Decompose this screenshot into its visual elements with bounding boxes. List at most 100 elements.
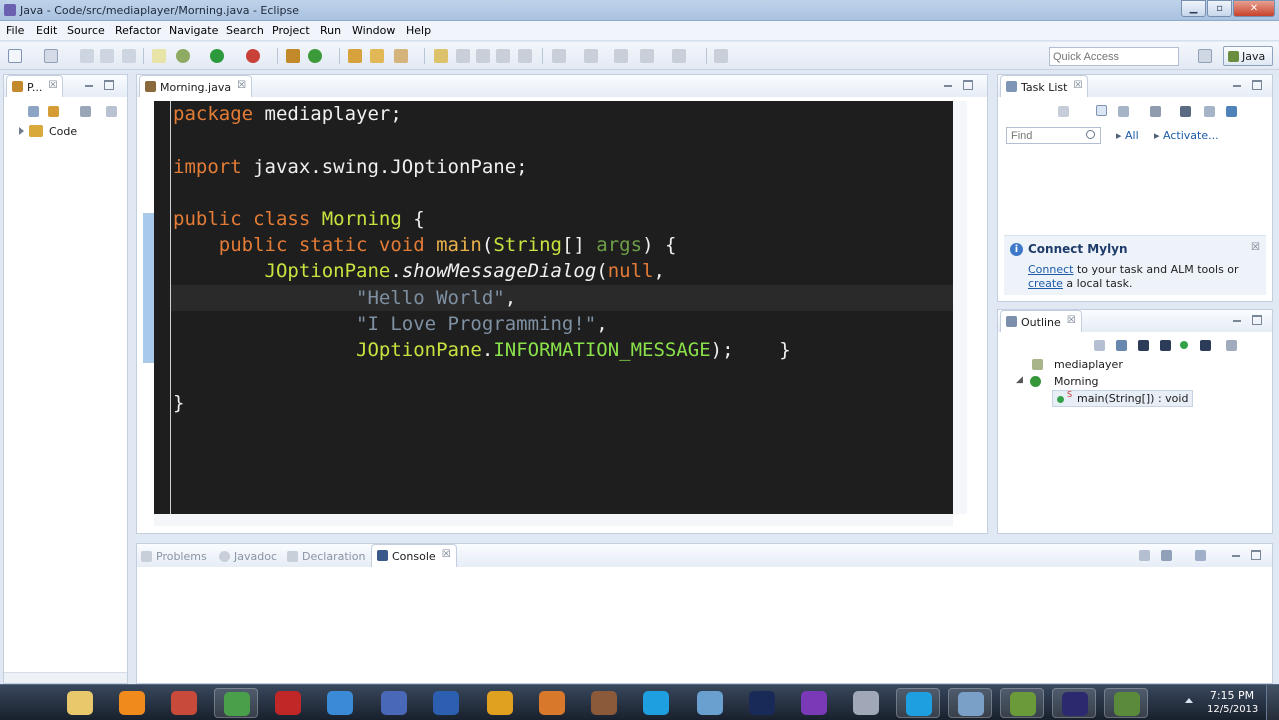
outline-item-class[interactable]: ◢ Morning [1016, 375, 1099, 388]
taskbar-app-blue-circle[interactable] [318, 688, 362, 718]
open-perspective-icon[interactable] [1198, 49, 1212, 63]
hide-fields-icon[interactable] [1138, 340, 1149, 351]
clock-date[interactable]: 12/5/2013 [1207, 704, 1258, 715]
taskbar-app-explorer[interactable] [58, 688, 102, 718]
minimize-icon[interactable] [1232, 80, 1242, 90]
new-task-icon[interactable] [1058, 106, 1069, 117]
taskbar-app-red[interactable] [266, 688, 310, 718]
print-icon[interactable] [100, 49, 114, 63]
skip-breakpoints-icon[interactable] [152, 49, 166, 63]
display-console-icon[interactable] [1161, 550, 1172, 561]
categorized-icon[interactable] [1096, 105, 1107, 116]
taskbar-app-vlc[interactable] [110, 688, 154, 718]
quick-access-input[interactable] [1049, 47, 1179, 66]
horizontal-scrollbar[interactable] [154, 514, 953, 526]
maximize-icon[interactable] [1251, 550, 1261, 560]
tab-package-explorer[interactable]: P... ☒ [6, 75, 64, 97]
show-desktop-button[interactable] [1266, 685, 1279, 720]
mark-occurrences-icon[interactable] [476, 49, 490, 63]
close-icon[interactable]: ☒ [1067, 315, 1076, 326]
menu-window[interactable]: Window [352, 24, 395, 37]
external-tools-icon[interactable] [246, 49, 260, 63]
maximize-icon[interactable] [1252, 80, 1262, 90]
hide-static-icon[interactable] [1160, 340, 1171, 351]
expand-arrow-icon[interactable] [19, 127, 24, 135]
collapse-icon[interactable] [1180, 106, 1191, 117]
menu-refactor[interactable]: Refactor [115, 24, 161, 37]
scheduled-icon[interactable] [1118, 106, 1129, 117]
taskbar-app-skype-2[interactable] [896, 688, 940, 718]
menu-file[interactable]: File [6, 24, 24, 37]
menu-search[interactable]: Search [226, 24, 264, 37]
tab-task-list[interactable]: Task List ☒ [1000, 75, 1089, 97]
taskbar-app-photoshop[interactable] [740, 688, 784, 718]
maximize-icon[interactable] [963, 80, 973, 90]
menu-source[interactable]: Source [67, 24, 105, 37]
taskbar-app-notepad[interactable] [948, 688, 992, 718]
collapse-all-icon[interactable] [1094, 340, 1105, 351]
taskbar-app-green[interactable] [1104, 688, 1148, 718]
run-icon[interactable] [210, 49, 224, 63]
taskbar-app-visual-studio[interactable] [792, 688, 836, 718]
tab-declaration[interactable]: Declaration [287, 549, 365, 563]
java-perspective-button[interactable]: Java [1223, 46, 1273, 66]
show-whitespace-icon[interactable] [518, 49, 532, 63]
properties-icon[interactable] [122, 49, 136, 63]
taskbar-app-book[interactable] [424, 688, 468, 718]
save-icon[interactable] [44, 49, 58, 63]
focus-icon[interactable] [1150, 106, 1161, 117]
focus-icon[interactable] [1226, 340, 1237, 351]
tab-javadoc[interactable]: Javadoc [219, 549, 277, 563]
outline-item-main[interactable]: Smain(String[]) : void [1052, 390, 1194, 407]
search-icon[interactable] [1086, 130, 1095, 139]
expand-arrow-icon[interactable]: ◢ [1016, 375, 1023, 385]
close-icon[interactable]: ☒ [1074, 80, 1083, 91]
tab-outline[interactable]: Outline ☒ [1000, 310, 1082, 332]
vertical-scrollbar[interactable] [953, 101, 967, 514]
maximize-button[interactable]: ▫ [1207, 0, 1232, 17]
horizontal-scrollbar[interactable] [4, 672, 127, 683]
taskbar-app-box[interactable] [688, 688, 732, 718]
next-annotation-icon[interactable] [552, 49, 566, 63]
open-console-icon[interactable] [1195, 550, 1206, 561]
block-selection-icon[interactable] [496, 49, 510, 63]
open-type-icon[interactable] [348, 49, 362, 63]
hide-local-types-icon[interactable] [1200, 340, 1211, 351]
chevron-down-icon[interactable] [106, 106, 117, 117]
code-editor[interactable]: package mediaplayer; import javax.swing.… [154, 101, 953, 514]
new-class-icon[interactable] [308, 49, 322, 63]
minimize-icon[interactable] [1231, 550, 1241, 560]
annotation-next-icon[interactable] [434, 49, 448, 63]
back-arrow-2-icon[interactable] [640, 49, 654, 63]
annotation-prev-icon[interactable] [456, 49, 470, 63]
tab-problems[interactable]: Problems [141, 549, 207, 563]
close-button[interactable]: ✕ [1233, 0, 1275, 17]
all-link[interactable]: ▸ All [1116, 129, 1139, 142]
search-icon[interactable] [394, 49, 408, 63]
menu-help[interactable]: Help [406, 24, 431, 37]
minimize-icon[interactable] [1232, 315, 1242, 325]
view-menu-icon[interactable] [80, 106, 91, 117]
taskbar-app-eclipse[interactable] [1052, 688, 1096, 718]
taskbar-app-photo[interactable] [582, 688, 626, 718]
close-icon[interactable]: ☒ [48, 80, 57, 91]
menu-project[interactable]: Project [272, 24, 310, 37]
maximize-icon[interactable] [1252, 315, 1262, 325]
taskbar-app-swirl[interactable] [844, 688, 888, 718]
tab-morning-java[interactable]: Morning.java ☒ [139, 75, 253, 97]
tab-console[interactable]: Console ☒ [371, 544, 457, 567]
taskbar-app-chrome[interactable] [214, 688, 258, 718]
maximize-icon[interactable] [104, 80, 114, 90]
new-package-icon[interactable] [286, 49, 300, 63]
minimize-button[interactable]: ▁ [1181, 0, 1206, 17]
taskbar-app-dev-cpp[interactable] [372, 688, 416, 718]
clock-time[interactable]: 7:15 PM [1207, 689, 1257, 702]
taskbar-app-yellow[interactable] [478, 688, 522, 718]
collapse-all-icon[interactable] [28, 106, 39, 117]
close-icon[interactable]: ☒ [237, 80, 246, 91]
menu-navigate[interactable]: Navigate [169, 24, 218, 37]
menu-edit[interactable]: Edit [36, 24, 57, 37]
pin-console-icon[interactable] [1139, 550, 1150, 561]
minimize-icon[interactable] [943, 80, 953, 90]
close-icon[interactable]: ☒ [442, 549, 451, 560]
